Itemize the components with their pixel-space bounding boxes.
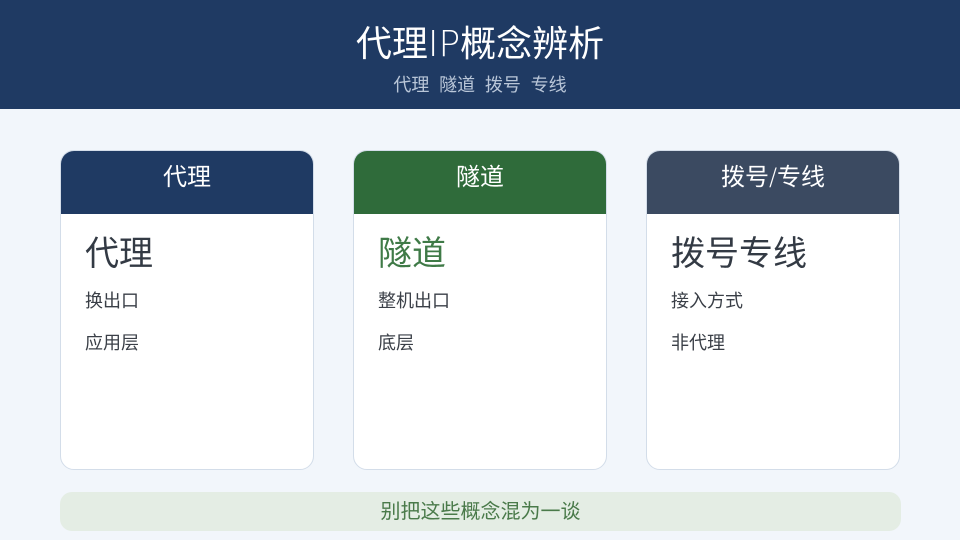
card-tunnel-line-2: 底层 [378, 333, 414, 354]
card-dialup-line-1: 接入方式 [671, 291, 743, 312]
card-tunnel: 隧道 隧道 整机出口 底层 [353, 150, 607, 470]
page-title: 代理IP概念辨析 [355, 24, 605, 65]
card-proxy: 代理 代理 换出口 应用层 [60, 150, 314, 470]
header-banner: 代理IP概念辨析 代理 隧道 拨号 专线 [0, 0, 960, 109]
card-tunnel-title: 隧道 [378, 234, 446, 274]
page-subtitle: 代理 隧道 拨号 专线 [393, 75, 567, 96]
card-dialup: 拨号/专线 拨号专线 接入方式 非代理 [646, 150, 900, 470]
card-tunnel-line-1: 整机出口 [378, 291, 450, 312]
card-proxy-line-1: 换出口 [85, 291, 139, 312]
card-proxy-header: 代理 [61, 151, 313, 214]
card-dialup-line-2: 非代理 [671, 333, 725, 354]
card-dialup-body: 拨号专线 接入方式 非代理 [647, 214, 899, 356]
card-tunnel-body: 隧道 整机出口 底层 [354, 214, 606, 356]
card-proxy-title: 代理 [85, 234, 153, 274]
card-dialup-header: 拨号/专线 [647, 151, 899, 214]
footer-note: 别把这些概念混为一谈 [60, 492, 901, 531]
card-tunnel-header: 隧道 [354, 151, 606, 214]
card-proxy-body: 代理 换出口 应用层 [61, 214, 313, 356]
card-dialup-title: 拨号专线 [671, 234, 807, 274]
card-proxy-line-2: 应用层 [85, 333, 139, 354]
